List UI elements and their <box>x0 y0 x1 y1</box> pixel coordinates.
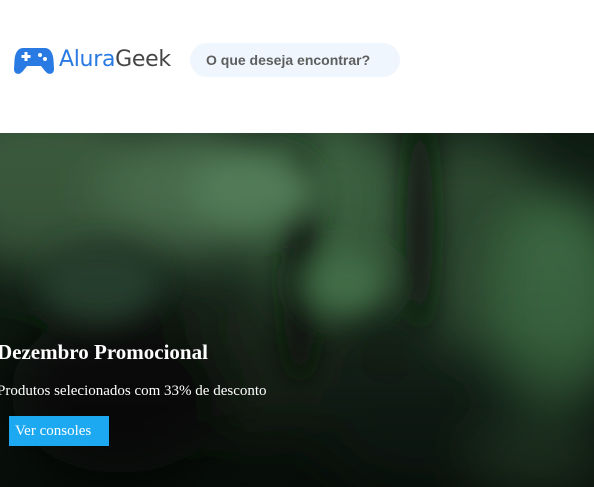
hero-banner: Dezembro Promocional Produtos selecionad… <box>0 133 594 487</box>
logo-alura: Alura <box>59 47 116 72</box>
banner-subtitle: Produtos selecionados com 33% de descont… <box>0 383 267 399</box>
search-bar <box>190 43 400 77</box>
banner-title: Dezembro Promocional <box>0 340 208 364</box>
logo-geek: Geek <box>115 47 171 72</box>
logo[interactable]: AluraGeek <box>14 44 171 76</box>
site-header: AluraGeek <box>0 0 594 133</box>
logo-text: AluraGeek <box>59 44 171 76</box>
search-input[interactable] <box>206 45 394 75</box>
gamepad-icon <box>14 48 54 74</box>
view-consoles-button[interactable]: Ver consoles <box>9 416 109 446</box>
